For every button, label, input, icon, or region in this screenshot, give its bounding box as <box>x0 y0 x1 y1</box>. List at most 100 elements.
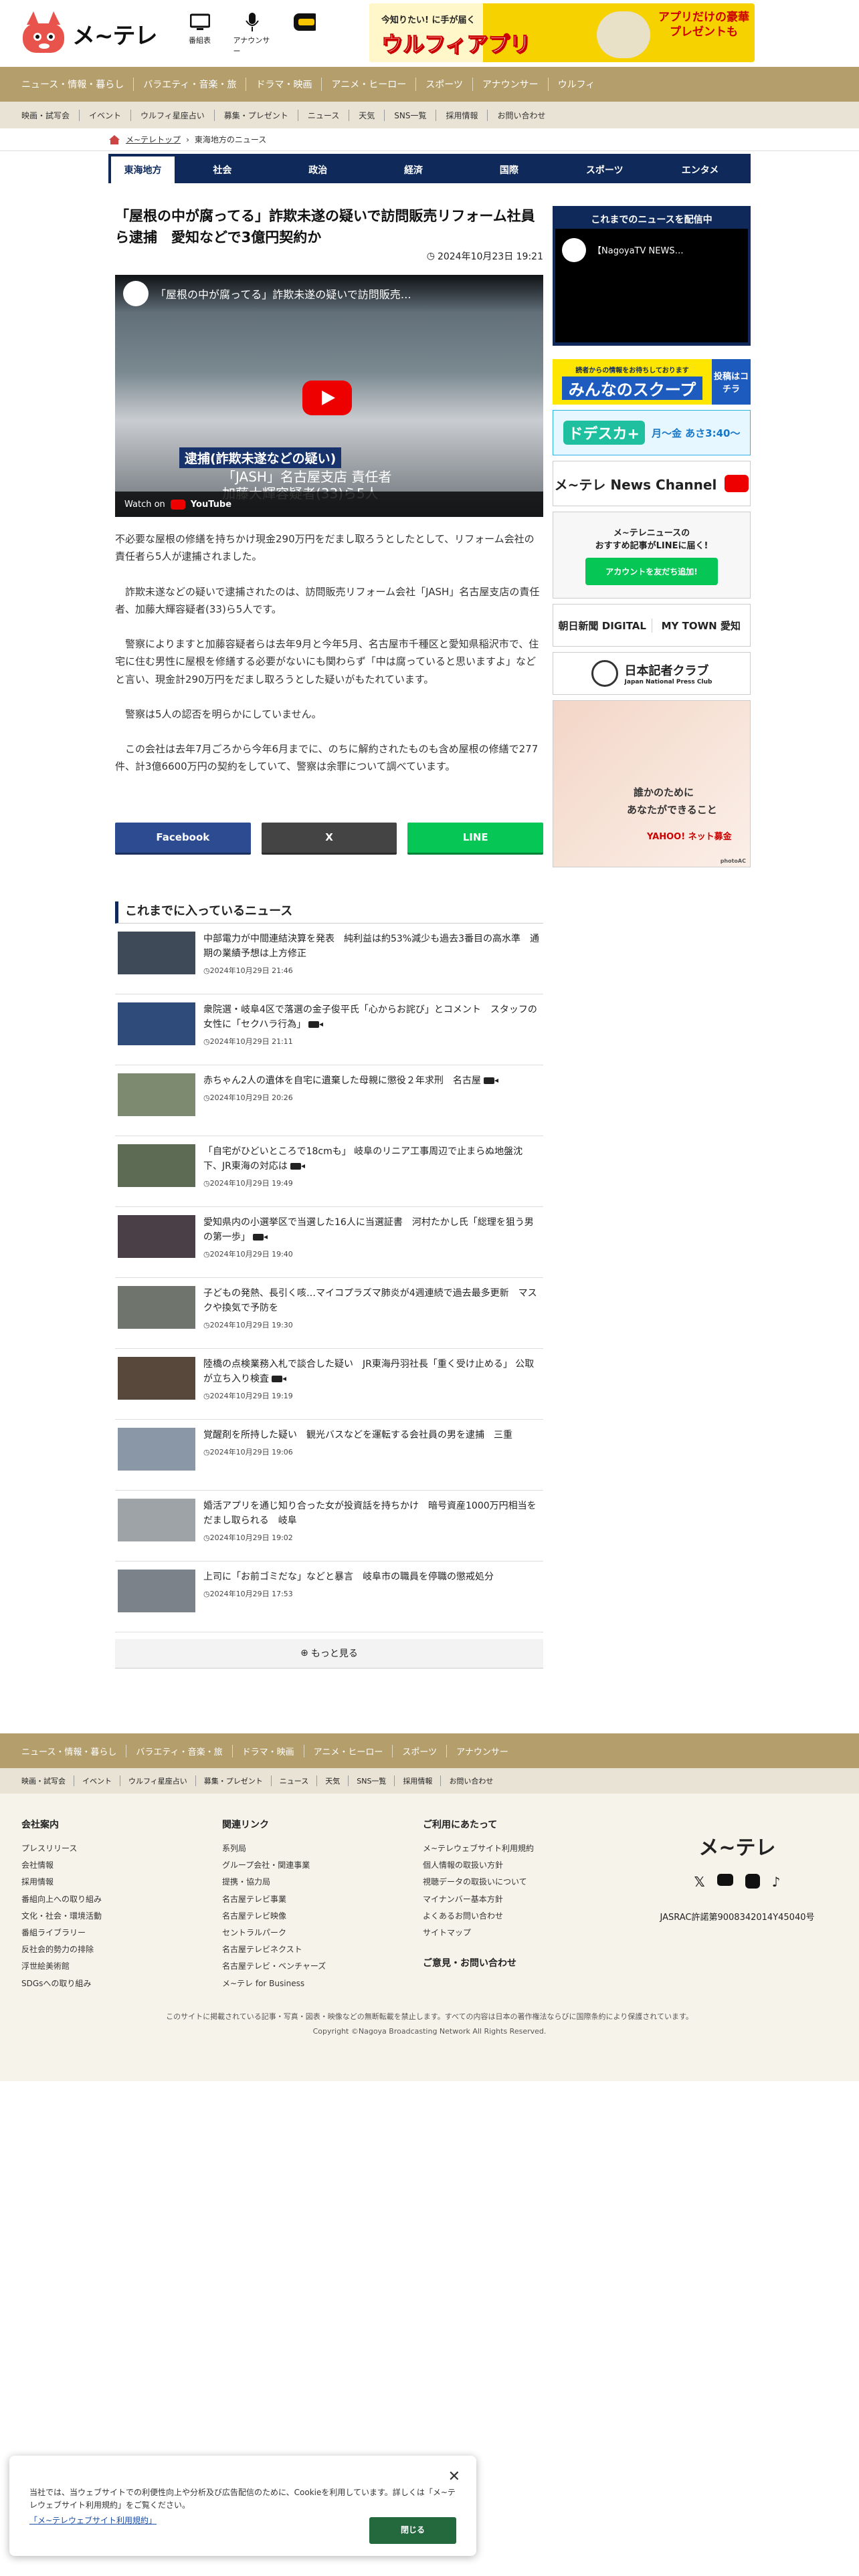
sub-nav-item[interactable]: ウルフィ星座占い <box>131 109 215 121</box>
footer-link[interactable]: 番組ライブラリー <box>21 1925 222 1941</box>
footer-link[interactable]: 名古屋テレビ・ベンチャーズ <box>222 1958 423 1975</box>
tiktok-icon[interactable]: ♪ <box>772 1874 781 1890</box>
footer-link[interactable]: マイナンバー基本方針 <box>423 1891 624 1908</box>
main-nav-item[interactable]: バラエティ・音楽・旅 <box>134 78 247 91</box>
footer-contact-link[interactable]: ご意見・お問い合わせ <box>423 1956 624 1969</box>
main-nav-item[interactable]: スポーツ <box>416 78 473 91</box>
news-item[interactable]: 婚活アプリを通じ知り合った女が投資話を持ちかけ 暗号資産1000万円相当をだまし… <box>115 1491 543 1562</box>
footer-link[interactable]: メ~テレウェブサイト利用規約 <box>423 1840 624 1857</box>
news-item[interactable]: 赤ちゃん2人の遺体を自宅に遺棄した母親に懲役２年求刑 名古屋 ◷2024年10月2… <box>115 1065 543 1136</box>
news-item[interactable]: 愛知県内の小選挙区で当選した16人に当選証書 河村たかし氏「総理を狙う男の第一歩… <box>115 1207 543 1278</box>
footer-link[interactable]: メ~テレ for Business <box>222 1975 423 1992</box>
footer-sub-item[interactable]: 募集・プレゼント <box>196 1776 272 1786</box>
sub-nav-item[interactable]: 映画・試写会 <box>21 109 80 121</box>
video-player[interactable]: 「屋根の中が腐ってる」詐欺未遂の疑いで訪問販売… 逮捕(詐欺未遂などの疑い) 「… <box>115 275 543 517</box>
news-item[interactable]: 中部電力が中間連結決算を発表 純利益は約53%減少も過去3番目の高水準 通期の業… <box>115 924 543 994</box>
close-icon[interactable]: ✕ <box>448 2465 460 2488</box>
news-item[interactable]: 陸橋の点検業務入札で談合した疑い JR東海丹羽社長「重く受け止める」 公取が立ち… <box>115 1349 543 1420</box>
sub-nav-item[interactable]: お問い合わせ <box>488 110 555 121</box>
line-share-button[interactable]: LINE <box>407 822 544 855</box>
tab-politics[interactable]: 政治 <box>270 156 366 183</box>
line-icon[interactable] <box>745 1874 760 1889</box>
main-nav-item[interactable]: ニュース・情報・暮らし <box>21 78 134 91</box>
close-button[interactable]: 閉じる <box>369 2517 456 2544</box>
more-button[interactable]: ⊕ もっと見る <box>115 1638 543 1669</box>
footer-sub-item[interactable]: お問い合わせ <box>441 1776 501 1786</box>
main-nav-item[interactable]: ウルフィ <box>549 78 605 91</box>
footer-link[interactable]: 名古屋テレビネクスト <box>222 1941 423 1958</box>
tab-sports[interactable]: スポーツ <box>557 156 652 183</box>
asahi-mytown-banner[interactable]: 朝日新聞 DIGITAL MY TOWN 愛知 <box>553 604 751 647</box>
news-item[interactable]: 衆院選・岐阜4区で落選の金子俊平氏「心からお詫び」とコメント スタッフの女性に「… <box>115 994 543 1065</box>
footer-nav-item[interactable]: アニメ・ヒーロー <box>304 1744 393 1757</box>
main-nav-item[interactable]: アニメ・ヒーロー <box>322 78 417 91</box>
footer-sub-item[interactable]: ウルフィ星座占い <box>120 1776 196 1786</box>
yahoo-donation-banner[interactable]: 誰かのために あなたができること YAHOO! ネット募金 photoAC <box>553 700 751 867</box>
site-logo[interactable]: メ~テレ <box>19 10 157 57</box>
footer-link[interactable]: 視聴データの取扱いについて <box>423 1874 624 1891</box>
youtube-icon[interactable] <box>717 1874 733 1886</box>
sub-nav-item[interactable]: 募集・プレゼント <box>215 109 298 121</box>
tv-guide-link[interactable]: 番組表 <box>181 11 219 56</box>
news-item[interactable]: 「自宅がひどいところで18cmも」 岐阜のリニア工事周辺で止まらぬ地盤沈下、JR… <box>115 1136 543 1207</box>
footer-link[interactable]: SDGsへの取り組み <box>21 1975 222 1992</box>
header-ad-banner[interactable]: 今知りたい! に手が届く ウルフィアプリ アプリだけの豪華プレゼントも <box>369 3 755 62</box>
x-share-button[interactable]: X <box>261 822 397 855</box>
tab-economy[interactable]: 経済 <box>366 156 462 183</box>
sub-nav-item[interactable]: SNS一覧 <box>385 109 437 121</box>
footer-sub-item[interactable]: SNS一覧 <box>349 1776 395 1786</box>
footer-link[interactable]: プレスリリース <box>21 1840 222 1857</box>
footer-link[interactable]: よくあるお問い合わせ <box>423 1908 624 1925</box>
footer-logo[interactable]: メ~テレ <box>698 1831 775 1860</box>
footer-link[interactable]: 名古屋テレビ事業 <box>222 1891 423 1908</box>
footer-nav-item[interactable]: スポーツ <box>393 1744 448 1757</box>
scoop-post-button[interactable]: 投稿はコチラ <box>712 359 751 405</box>
footer-sub-item[interactable]: 採用情報 <box>395 1776 442 1786</box>
footer-link[interactable]: 名古屋テレビ映像 <box>222 1908 423 1925</box>
footer-link[interactable]: 個人情報の取扱い方針 <box>423 1857 624 1874</box>
footer-link[interactable]: 番組向上への取り組み <box>21 1891 222 1908</box>
line-add-friend-button[interactable]: アカウントを友だち追加! <box>585 557 718 585</box>
press-club-banner[interactable]: 日本記者クラブ Japan National Press Club <box>553 652 751 695</box>
x-icon[interactable]: 𝕏 <box>694 1874 705 1890</box>
youtube-channel-banner[interactable]: メ~テレ News Channel <box>553 461 751 506</box>
tab-tokai[interactable]: 東海地方 <box>111 156 175 183</box>
line-banner[interactable]: メ~テレニュースの おすすめ記事がLINEに届く! アカウントを友だち追加! <box>553 512 751 599</box>
footer-nav-item[interactable]: ニュース・情報・暮らし <box>21 1744 127 1757</box>
sub-nav-item[interactable]: イベント <box>80 109 132 121</box>
footer-link[interactable]: 反社会的勢力の排除 <box>21 1941 222 1958</box>
main-nav-item[interactable]: アナウンサー <box>473 78 549 91</box>
footer-sub-item[interactable]: 天気 <box>317 1776 349 1786</box>
footer-link[interactable]: サイトマップ <box>423 1925 624 1941</box>
footer-nav-item[interactable]: バラエティ・音楽・旅 <box>126 1744 233 1757</box>
sub-nav-item[interactable]: 採用情報 <box>436 109 488 121</box>
footer-link[interactable]: 会社情報 <box>21 1857 222 1874</box>
news-item[interactable]: 覚醒剤を所持した疑い 観光バスなどを運転する会社員の男を逮捕 三重 ◷2024年1… <box>115 1420 543 1491</box>
doraska-banner[interactable]: ドデスカ+ 月〜金 あさ3:40〜 <box>553 410 751 455</box>
live-news-player[interactable]: 【NagoyaTV NEWS… <box>555 229 748 342</box>
facebook-share-button[interactable]: Facebook <box>115 822 251 855</box>
footer-sub-item[interactable]: 映画・試写会 <box>21 1776 74 1786</box>
main-nav-item[interactable]: ドラマ・映画 <box>246 78 322 91</box>
tab-international[interactable]: 国際 <box>461 156 557 183</box>
locipo-link[interactable] <box>286 11 323 56</box>
video-watch-bar[interactable]: Watch on YouTube <box>115 492 543 517</box>
footer-link[interactable]: 系列局 <box>222 1840 423 1857</box>
footer-sub-item[interactable]: イベント <box>74 1776 120 1786</box>
footer-nav-item[interactable]: ドラマ・映画 <box>233 1744 304 1757</box>
footer-link[interactable]: グループ会社・関連事業 <box>222 1857 423 1874</box>
breadcrumb-link[interactable]: メ~テレトップ <box>126 134 181 145</box>
news-item[interactable]: 子どもの発熱、長引く咳…マイコプラズマ肺炎が4週連続で過去最多更新 マスクや換気… <box>115 1278 543 1349</box>
play-button[interactable] <box>302 381 352 415</box>
footer-link[interactable]: 文化・社会・環境活動 <box>21 1908 222 1925</box>
footer-link[interactable]: 提携・協力局 <box>222 1874 423 1891</box>
footer-link[interactable]: 浮世絵美術館 <box>21 1958 222 1975</box>
sub-nav-item[interactable]: ニュース <box>298 109 350 121</box>
footer-nav-item[interactable]: アナウンサー <box>447 1745 518 1757</box>
tab-entertainment[interactable]: エンタメ <box>652 156 748 183</box>
announcer-link[interactable]: アナウンサー <box>233 11 271 56</box>
footer-sub-item[interactable]: ニュース <box>272 1776 318 1786</box>
footer-link[interactable]: セントラルパーク <box>222 1925 423 1941</box>
footer-link[interactable]: 採用情報 <box>21 1874 222 1891</box>
terms-link[interactable]: 「メ~テレウェブサイト利用規約」 <box>29 2516 157 2525</box>
